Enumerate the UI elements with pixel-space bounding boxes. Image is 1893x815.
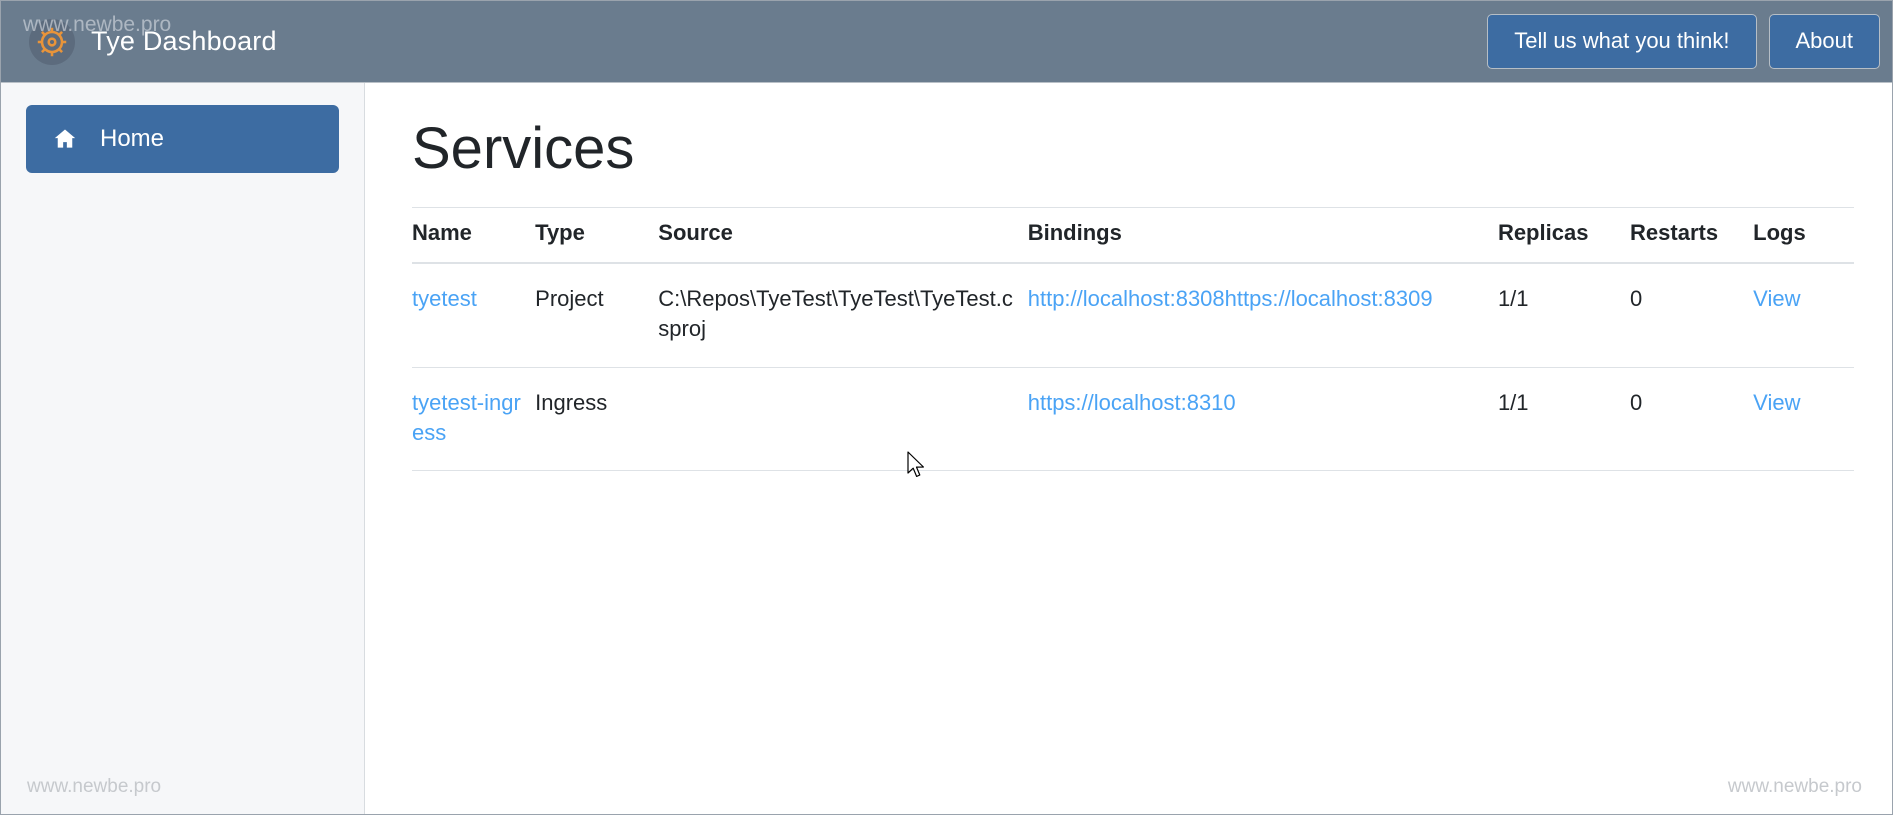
cell-type: Ingress — [535, 367, 659, 472]
page-title: Services — [412, 116, 635, 181]
service-name-link[interactable]: tyetest-ingress — [412, 390, 521, 445]
main-watermark: www.newbe.pro — [1727, 776, 1862, 797]
cell-bindings: https://localhost:8310 — [1027, 367, 1498, 472]
column-header-type[interactable]: Type — [535, 206, 659, 264]
cell-logs: View — [1753, 367, 1854, 472]
cell-source: C:\Repos\TyeTest\TyeTest\TyeTest.csproj — [658, 262, 1028, 368]
app-header: Tye Dashboard Tell us what you think! Ab… — [1, 1, 1892, 83]
view-logs-link[interactable]: View — [1753, 286, 1800, 311]
tye-dashboard-app: Tye Dashboard Tell us what you think! Ab… — [0, 0, 1893, 815]
cell-replicas: 1/1 — [1497, 262, 1631, 368]
brand[interactable]: Tye Dashboard — [29, 18, 277, 65]
sidebar: Home www.newbe.pro — [1, 83, 365, 814]
binding-link[interactable]: https://localhost:8310 — [1028, 390, 1236, 415]
cell-replicas: 1/1 — [1497, 367, 1631, 472]
cell-name: tyetest-ingress — [412, 367, 536, 472]
service-name-link[interactable]: tyetest — [412, 286, 477, 311]
services-table-head: Name Type Source Bindings Replicas Resta… — [412, 206, 1854, 264]
cell-type: Project — [535, 262, 659, 368]
app-title: Tye Dashboard — [91, 26, 277, 56]
column-header-bindings[interactable]: Bindings — [1027, 206, 1498, 264]
main-content: Services Name Type Source Bindings Repli… — [365, 83, 1892, 814]
column-header-logs[interactable]: Logs — [1753, 206, 1854, 264]
about-button[interactable]: About — [1768, 14, 1880, 69]
cell-logs: View — [1753, 262, 1854, 368]
sidebar-item-home[interactable]: Home — [26, 105, 339, 173]
services-table: Name Type Source Bindings Replicas Resta… — [412, 206, 1854, 472]
sidebar-watermark: www.newbe.pro — [27, 776, 162, 797]
table-row: tyetest Project C:\Repos\TyeTest\TyeTest… — [412, 262, 1854, 368]
sidebar-item-home-label: Home — [100, 125, 165, 152]
column-header-source[interactable]: Source — [658, 206, 1028, 264]
cell-restarts: 0 — [1630, 262, 1754, 368]
column-header-restarts[interactable]: Restarts — [1630, 206, 1754, 264]
home-icon — [52, 126, 78, 152]
cell-restarts: 0 — [1630, 367, 1754, 472]
table-row: tyetest-ingress Ingress https://localhos… — [412, 367, 1854, 472]
view-logs-link[interactable]: View — [1753, 390, 1800, 415]
services-table-body: tyetest Project C:\Repos\TyeTest\TyeTest… — [412, 262, 1854, 472]
binding-link[interactable]: http://localhost:8308 — [1028, 286, 1225, 311]
table-header-row: Name Type Source Bindings Replicas Resta… — [412, 206, 1854, 264]
column-header-replicas[interactable]: Replicas — [1497, 206, 1631, 264]
header-actions: Tell us what you think! About — [1487, 14, 1880, 69]
cell-bindings: http://localhost:8308https://localhost:8… — [1027, 262, 1498, 368]
binding-link[interactable]: https://localhost:8309 — [1225, 286, 1433, 311]
ship-wheel-icon — [29, 18, 75, 65]
cell-name: tyetest — [412, 262, 536, 368]
feedback-button[interactable]: Tell us what you think! — [1487, 14, 1757, 69]
column-header-name[interactable]: Name — [412, 206, 536, 264]
cell-source — [658, 367, 1028, 472]
